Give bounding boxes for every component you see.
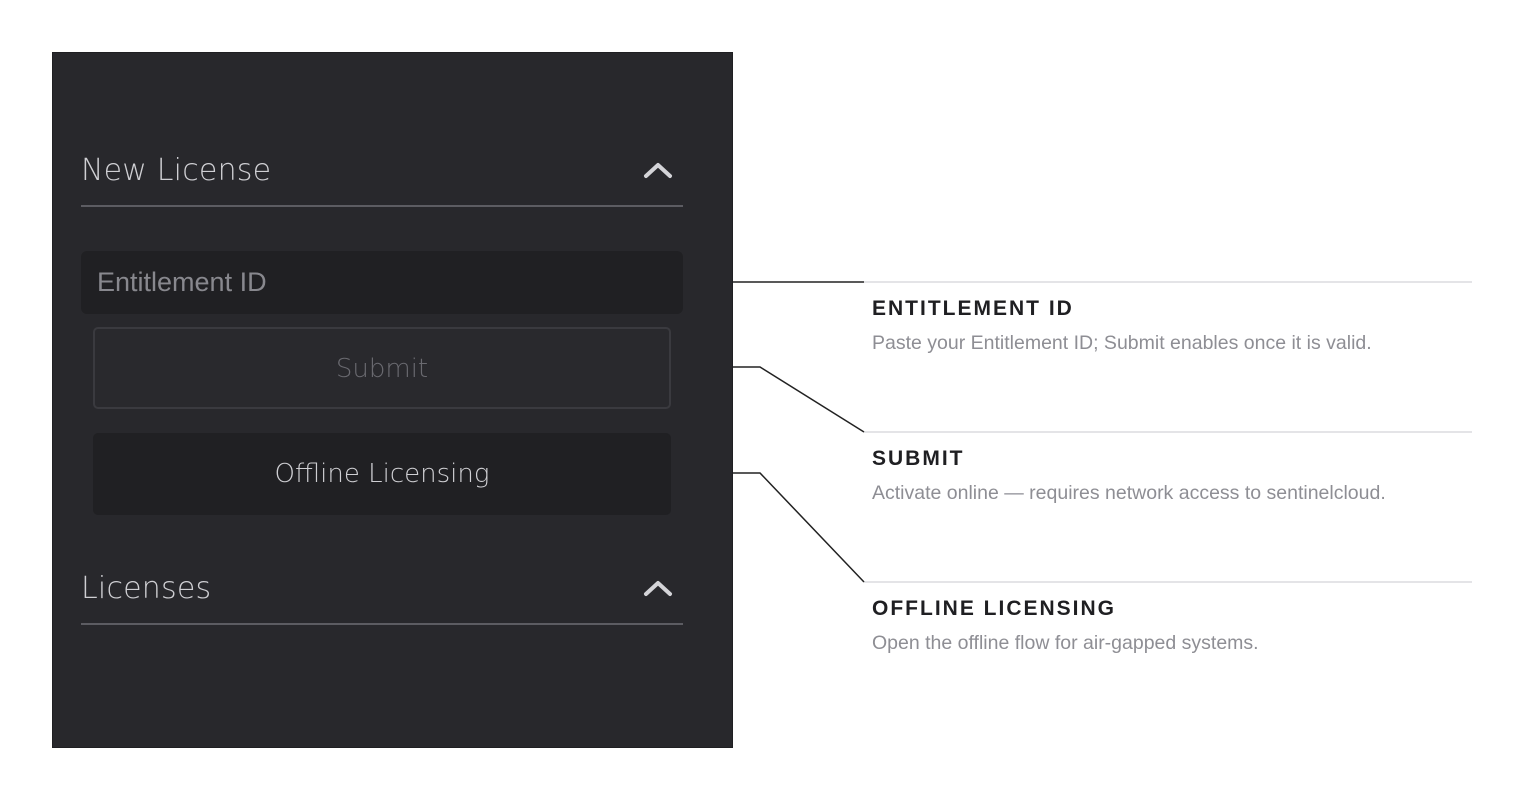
chevron-up-icon[interactable]	[643, 577, 673, 599]
offline-licensing-button[interactable]: Offline Licensing	[93, 433, 671, 515]
callout-title: OFFLINE LICENSING	[872, 597, 1116, 620]
licenses-title: Licenses	[81, 571, 212, 606]
callout-title: SUBMIT	[872, 447, 965, 470]
connector-line	[733, 366, 865, 433]
connector-line	[733, 472, 865, 583]
submit-button[interactable]: Submit	[93, 327, 671, 409]
callout-offline-licensing: OFFLINE LICENSING Open the offline flow …	[872, 597, 1472, 655]
new-license-title: New License	[81, 153, 272, 188]
licenses-header[interactable]: Licenses	[81, 567, 683, 625]
callout-description: Activate online — requires network acces…	[872, 482, 1386, 504]
callout-description: Open the offline flow for air-gapped sys…	[872, 632, 1259, 654]
entitlement-id-input[interactable]	[81, 251, 683, 314]
callout-description: Paste your Entitlement ID; Submit enable…	[872, 332, 1372, 354]
chevron-up-icon[interactable]	[643, 159, 673, 181]
license-panel: New License Submit Offline Licensing Lic…	[52, 52, 733, 748]
callout-entitlement-id: ENTITLEMENT ID Paste your Entitlement ID…	[872, 297, 1472, 355]
callout-submit: SUBMIT Activate online — requires networ…	[872, 447, 1472, 505]
new-license-header[interactable]: New License	[81, 149, 683, 207]
callout-title: ENTITLEMENT ID	[872, 297, 1074, 320]
